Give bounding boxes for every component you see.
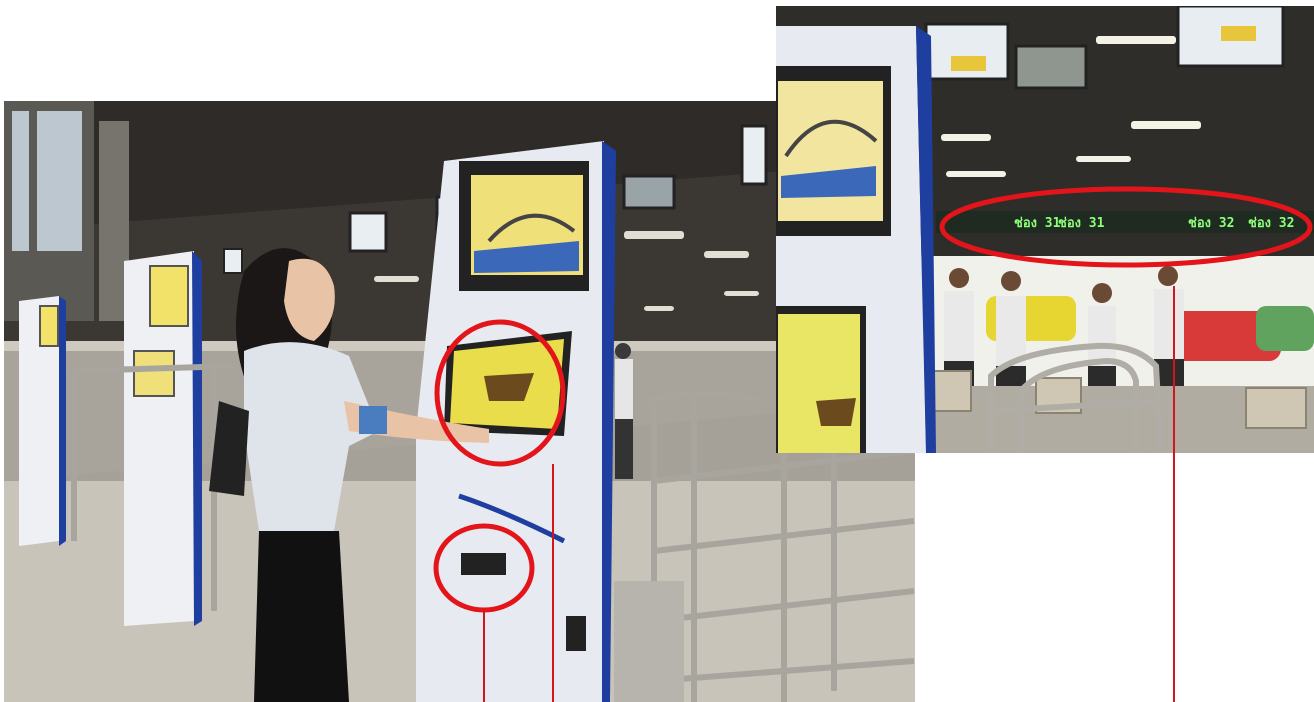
led-sign-2: ช่อง 31 [1058, 216, 1105, 231]
bin [614, 581, 684, 702]
led-sign-1: ช่อง 31 [1014, 216, 1061, 231]
led-sign-row: ช่อง 31 ช่อง 31 ช่อง 32 ช่อง 32 [936, 211, 1314, 233]
background-person [615, 343, 633, 479]
inset-kiosk [776, 26, 936, 453]
ticket-slot [461, 553, 506, 575]
led-sign-3: ช่อง 32 [1188, 216, 1234, 231]
inset-photo: ช่อง 31 ช่อง 31 ช่อง 32 ช่อง 32 [776, 6, 1314, 453]
main-kiosk [416, 141, 616, 702]
inset-photo-scene: ช่อง 31 ช่อง 31 ช่อง 32 ช่อง 32 [776, 6, 1314, 453]
led-sign-4: ช่อง 32 [1248, 216, 1294, 231]
